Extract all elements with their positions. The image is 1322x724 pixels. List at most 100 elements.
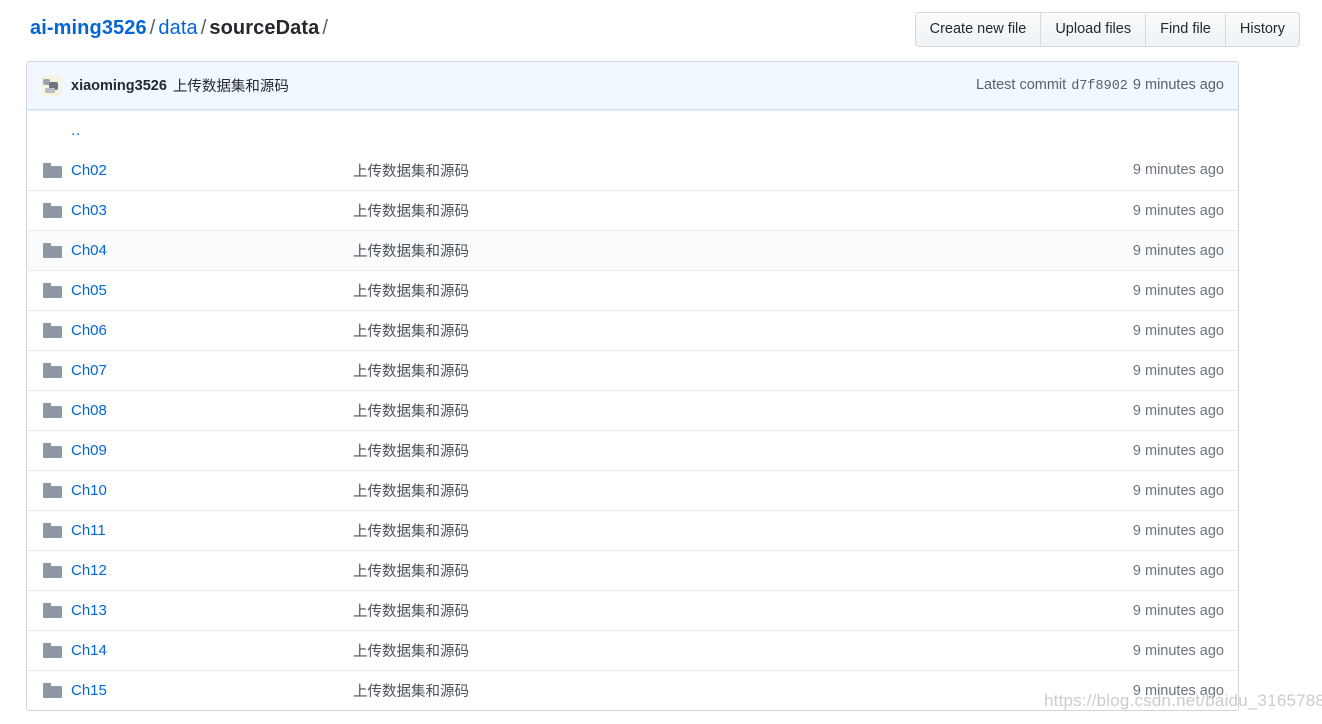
find-file-button[interactable]: Find file bbox=[1145, 12, 1225, 47]
folder-icon bbox=[43, 483, 62, 498]
file-icon-cell bbox=[27, 483, 71, 498]
folder-icon bbox=[43, 563, 62, 578]
page-header: ai-ming3526/data / sourceData / Create new … bbox=[0, 0, 1322, 57]
file-row[interactable]: Ch08 上传数据集和源码 9 minutes ago bbox=[27, 390, 1238, 430]
file-commit-message[interactable]: 上传数据集和源码 bbox=[321, 360, 1048, 381]
file-row[interactable]: Ch05 上传数据集和源码 9 minutes ago bbox=[27, 270, 1238, 310]
folder-icon bbox=[43, 323, 62, 338]
parent-directory-link[interactable]: .. bbox=[71, 122, 81, 139]
file-row[interactable]: Ch11 上传数据集和源码 9 minutes ago bbox=[27, 510, 1238, 550]
file-row[interactable]: Ch15 上传数据集和源码 9 minutes ago bbox=[27, 670, 1238, 710]
file-icon-cell bbox=[27, 683, 71, 698]
file-name-link[interactable]: Ch02 bbox=[71, 162, 107, 179]
folder-icon bbox=[43, 443, 62, 458]
file-timestamp: 9 minutes ago bbox=[1132, 162, 1224, 178]
file-name-link[interactable]: Ch04 bbox=[71, 242, 107, 259]
file-name-link[interactable]: Ch13 bbox=[71, 602, 107, 619]
file-row[interactable]: Ch13 上传数据集和源码 9 minutes ago bbox=[27, 590, 1238, 630]
file-timestamp: 9 minutes ago bbox=[1132, 482, 1224, 499]
file-row[interactable]: Ch10 上传数据集和源码 9 minutes ago bbox=[27, 470, 1238, 510]
file-name-cell: Ch08 bbox=[71, 402, 321, 419]
file-commit-message[interactable]: 上传数据集和源码 bbox=[321, 440, 1048, 461]
file-name-link[interactable]: Ch08 bbox=[71, 402, 107, 419]
file-icon-cell bbox=[27, 323, 71, 338]
file-name-link[interactable]: Ch11 bbox=[71, 522, 106, 539]
folder-icon bbox=[43, 243, 62, 258]
file-commit-message[interactable]: 上传数据集和源码 bbox=[321, 280, 1048, 301]
file-name-cell: Ch12 bbox=[71, 562, 321, 579]
file-name-link[interactable]: Ch05 bbox=[71, 282, 107, 299]
file-row[interactable]: Ch04 上传数据集和源码 9 minutes ago bbox=[27, 230, 1238, 270]
upload-files-button[interactable]: Upload files bbox=[1040, 12, 1146, 47]
folder-icon bbox=[43, 523, 62, 538]
file-commit-message[interactable]: 上传数据集和源码 bbox=[321, 160, 1048, 181]
file-commit-message[interactable]: 上传数据集和源码 bbox=[321, 560, 1048, 581]
file-name-cell: Ch13 bbox=[71, 602, 321, 619]
file-name-link[interactable]: Ch09 bbox=[71, 442, 107, 459]
file-commit-message[interactable]: 上传数据集和源码 bbox=[321, 400, 1048, 421]
file-commit-message[interactable]: 上传数据集和源码 bbox=[321, 640, 1048, 661]
file-name-cell: Ch05 bbox=[71, 282, 321, 299]
folder-icon bbox=[43, 283, 62, 298]
file-name-cell: Ch10 bbox=[71, 482, 321, 499]
file-commit-message[interactable]: 上传数据集和源码 bbox=[321, 480, 1048, 501]
commit-message[interactable]: 上传数据集和源码 bbox=[173, 75, 289, 96]
parent-directory-row[interactable]: .. bbox=[27, 110, 1238, 150]
file-row[interactable]: Ch14 上传数据集和源码 9 minutes ago bbox=[27, 630, 1238, 670]
breadcrumb: ai-ming3526/data / sourceData / bbox=[30, 14, 331, 42]
breadcrumb-separator-3: / bbox=[322, 17, 328, 39]
breadcrumb-separator-2: / bbox=[200, 17, 207, 39]
file-commit-message[interactable]: 上传数据集和源码 bbox=[321, 240, 1048, 261]
folder-icon bbox=[43, 643, 62, 658]
file-commit-message[interactable]: 上传数据集和源码 bbox=[321, 200, 1048, 221]
file-icon-cell bbox=[27, 243, 71, 258]
file-row[interactable]: Ch02 上传数据集和源码 9 minutes ago bbox=[27, 150, 1238, 190]
file-row[interactable]: Ch12 上传数据集和源码 9 minutes ago bbox=[27, 550, 1238, 590]
file-name-link[interactable]: Ch07 bbox=[71, 362, 107, 379]
file-name-link[interactable]: Ch12 bbox=[71, 562, 107, 579]
folder-icon bbox=[43, 403, 62, 418]
file-name-cell: Ch15 bbox=[71, 682, 321, 699]
folder-icon bbox=[43, 683, 62, 698]
breadcrumb-repo-link[interactable]: data bbox=[158, 17, 197, 39]
file-icon-cell bbox=[27, 162, 71, 178]
file-timestamp: 9 minutes ago bbox=[1132, 642, 1224, 659]
file-name-link[interactable]: Ch15 bbox=[71, 682, 107, 699]
file-timestamp: 9 minutes ago bbox=[1132, 522, 1224, 539]
file-name-cell: Ch11 bbox=[71, 522, 321, 539]
latest-commit-label: Latest commit bbox=[975, 77, 1067, 93]
file-icon-cell bbox=[27, 643, 71, 658]
file-timestamp: 9 minutes ago bbox=[1132, 562, 1224, 579]
folder-icon bbox=[43, 603, 62, 618]
file-commit-message[interactable]: 上传数据集和源码 bbox=[321, 320, 1048, 341]
file-name-link[interactable]: Ch03 bbox=[71, 202, 107, 219]
file-name-link[interactable]: Ch14 bbox=[71, 642, 107, 659]
breadcrumb-owner-link[interactable]: ai-ming3526 bbox=[30, 17, 147, 39]
commit-sha-link[interactable]: d7f8902 bbox=[1071, 79, 1128, 94]
file-name-cell: Ch14 bbox=[71, 642, 321, 659]
file-name-link[interactable]: Ch10 bbox=[71, 482, 107, 499]
file-icon-cell bbox=[27, 283, 71, 298]
file-commit-message[interactable]: 上传数据集和源码 bbox=[321, 600, 1048, 621]
file-name-cell: Ch06 bbox=[71, 322, 321, 339]
file-timestamp: 9 minutes ago bbox=[1132, 362, 1224, 379]
file-timestamp: 9 minutes ago bbox=[1132, 242, 1224, 259]
create-new-file-button[interactable]: Create new file bbox=[914, 12, 1041, 47]
file-row[interactable]: Ch09 上传数据集和源码 9 minutes ago bbox=[27, 430, 1238, 470]
file-timestamp: 9 minutes ago bbox=[1132, 282, 1224, 299]
folder-icon bbox=[43, 203, 62, 218]
file-name-cell: Ch03 bbox=[71, 202, 321, 219]
file-commit-message[interactable]: 上传数据集和源码 bbox=[321, 520, 1048, 541]
breadcrumb-separator-1: / bbox=[149, 17, 156, 39]
file-icon-cell bbox=[27, 363, 71, 378]
file-commit-message[interactable]: 上传数据集和源码 bbox=[321, 680, 1048, 701]
file-name-cell: Ch02 bbox=[71, 162, 321, 179]
file-name-link[interactable]: Ch06 bbox=[71, 322, 107, 339]
file-row[interactable]: Ch07 上传数据集和源码 9 minutes ago bbox=[27, 350, 1238, 390]
file-row[interactable]: Ch03 上传数据集和源码 9 minutes ago bbox=[27, 190, 1238, 230]
file-row[interactable]: Ch06 上传数据集和源码 9 minutes ago bbox=[27, 310, 1238, 350]
history-button[interactable]: History bbox=[1224, 12, 1300, 47]
parent-directory-cell: .. bbox=[27, 122, 81, 139]
folder-icon bbox=[43, 363, 62, 378]
commit-author-link[interactable]: xiaoming3526 bbox=[71, 78, 167, 94]
